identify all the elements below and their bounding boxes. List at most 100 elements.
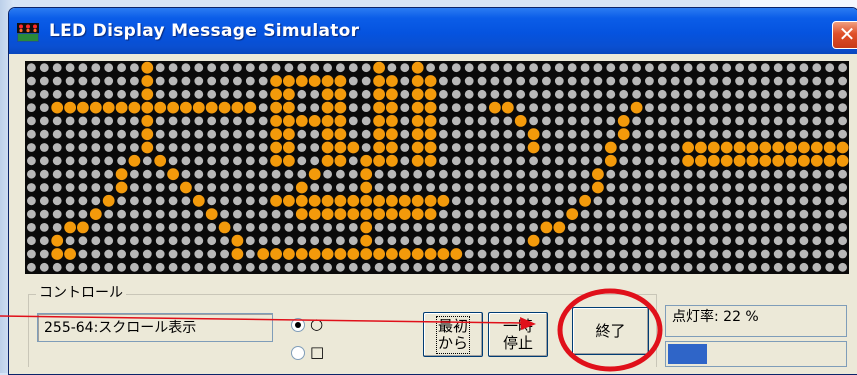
led-dot <box>65 129 75 139</box>
led-dot <box>542 156 551 166</box>
led-dot-lit <box>411 208 424 221</box>
led-dot-lit <box>373 61 385 74</box>
led-dot <box>670 156 680 166</box>
led-dot <box>722 236 732 246</box>
led-dot <box>27 63 36 73</box>
close-button[interactable]: ✕ <box>832 21 857 49</box>
led-dot <box>284 209 294 219</box>
led-dot <box>786 249 796 259</box>
led-dot <box>567 249 577 259</box>
led-dot <box>670 76 680 86</box>
led-dot <box>722 223 732 232</box>
led-dot <box>284 63 294 73</box>
led-dot <box>39 223 49 232</box>
led-dot <box>657 76 667 86</box>
led-dot <box>464 76 474 86</box>
led-dot-lit <box>579 194 591 207</box>
led-dot <box>683 116 693 126</box>
led-dot <box>245 223 255 232</box>
led-dot <box>838 89 847 99</box>
led-dot <box>233 116 242 126</box>
led-dot <box>542 236 551 246</box>
led-dot <box>27 169 36 179</box>
close-icon: ✕ <box>838 22 856 46</box>
led-dot <box>516 156 526 166</box>
led-dot <box>117 156 126 166</box>
led-dot <box>554 76 564 86</box>
led-dot <box>194 63 204 73</box>
led-dot <box>426 236 435 246</box>
led-dot <box>181 236 191 246</box>
led-dot <box>91 236 101 246</box>
led-dot <box>580 183 590 192</box>
led-dot <box>233 196 242 206</box>
led-dot <box>657 129 667 139</box>
led-dot <box>91 223 101 232</box>
led-dot-lit <box>386 248 398 260</box>
led-dot <box>632 209 641 219</box>
led-dot <box>786 196 796 206</box>
led-dot <box>748 223 757 232</box>
led-dot-lit <box>360 194 373 207</box>
control-group-label: コントロール <box>36 284 126 302</box>
led-dot <box>52 209 62 219</box>
led-dot <box>168 129 178 139</box>
led-dot <box>310 262 320 272</box>
led-dot <box>439 236 448 246</box>
led-dot <box>27 76 36 86</box>
led-dot <box>194 223 204 232</box>
led-dot-lit <box>283 194 295 207</box>
restart-button[interactable]: 最初 から <box>423 312 483 357</box>
led-dot <box>464 183 474 192</box>
title-bar[interactable]: LED Display Message Simulator ✕ <box>9 8 857 54</box>
led-dot <box>52 129 62 139</box>
display-mode-field[interactable]: 255-64:スクロール表示 <box>37 313 273 342</box>
led-dot <box>812 89 822 99</box>
led-dot <box>130 249 139 259</box>
led-dot <box>245 116 255 126</box>
led-dot <box>490 262 500 272</box>
led-dot <box>683 223 693 232</box>
led-dot <box>155 76 165 86</box>
pause-button[interactable]: 一時 停止 <box>488 312 548 357</box>
led-dot <box>374 236 384 246</box>
led-dot <box>593 209 603 219</box>
exit-button[interactable]: 終了 <box>572 307 649 355</box>
led-dot <box>593 63 603 73</box>
led-dot-lit <box>373 101 385 114</box>
led-dot <box>773 183 783 192</box>
led-dot <box>593 196 603 206</box>
led-dot <box>580 76 590 86</box>
led-dot-lit <box>270 248 282 260</box>
led-dot <box>554 262 564 272</box>
led-dot-lit <box>295 208 308 221</box>
led-dot <box>632 262 641 272</box>
led-dot <box>490 183 500 192</box>
led-dot <box>413 183 423 192</box>
radio-circle-option[interactable] <box>291 318 305 332</box>
led-dot <box>696 236 706 246</box>
led-dot <box>297 143 307 152</box>
led-dot <box>52 143 62 152</box>
led-dot-lit <box>115 181 128 194</box>
led-dot <box>773 89 783 99</box>
radio-square-option[interactable] <box>291 346 305 360</box>
led-dot <box>117 63 126 73</box>
led-dot-lit <box>386 208 398 221</box>
led-dot <box>181 63 191 73</box>
led-dot-lit <box>231 248 244 260</box>
led-dot-lit <box>733 141 746 154</box>
led-dot-lit <box>411 88 424 101</box>
led-dot <box>155 129 165 139</box>
led-dot <box>490 156 500 166</box>
led-dot <box>645 262 654 272</box>
led-dot <box>567 143 577 152</box>
led-dot <box>593 249 603 259</box>
led-dot <box>606 89 616 99</box>
led-dot <box>645 76 654 86</box>
led-dot <box>670 103 680 112</box>
led-dot <box>606 116 616 126</box>
led-dot <box>632 63 641 73</box>
led-dot <box>580 103 590 112</box>
led-dot <box>490 169 500 179</box>
